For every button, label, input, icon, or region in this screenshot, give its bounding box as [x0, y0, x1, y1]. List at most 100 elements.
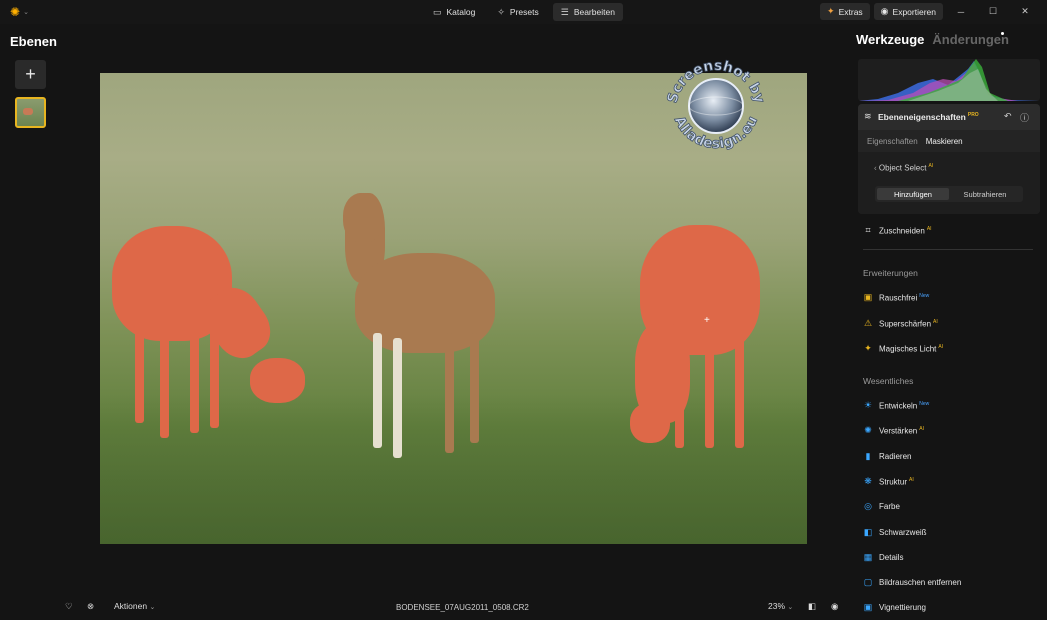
tab-label: Presets — [509, 7, 539, 17]
tool-label: Entwickeln New — [879, 400, 930, 411]
masked-deer-left — [110, 218, 320, 448]
tool-label: Vignettierung — [879, 603, 926, 612]
top-right-controls: ✦ Extras ◉ Exportieren ─ ☐ ✕ — [820, 3, 1039, 20]
layer-properties-tabs: Eigenschaften Maskieren — [867, 137, 963, 146]
tool-rauschfrei[interactable]: ▣ Rauschfrei New — [863, 292, 930, 303]
plus-icon: + — [25, 64, 36, 84]
layer-thumbnail[interactable] — [15, 97, 46, 128]
reject-icon[interactable]: ⊗ — [87, 601, 94, 612]
tool-superschaerfen[interactable]: ⚠ Superschärfen AI — [863, 318, 938, 329]
zoom-dropdown[interactable]: 23% ⌄ — [768, 601, 793, 611]
maximize-icon: ☐ — [988, 6, 998, 16]
app-menu-button[interactable]: ✺ ⌄ — [10, 4, 38, 20]
info-icon[interactable]: ⓘ — [1020, 111, 1029, 124]
maximize-button[interactable]: ☐ — [979, 3, 1007, 20]
chevron-down-icon: ⌄ — [23, 9, 29, 16]
tool-entwickeln[interactable]: ☀ Entwickeln New — [863, 400, 929, 411]
mask-options: ‹ Object Select AI Hinzufügen Subtrahiere… — [858, 152, 1040, 214]
sparkle-icon: ✧ — [497, 6, 505, 17]
chevron-down-icon: ⌄ — [149, 604, 156, 611]
structure-icon: ❋ — [864, 476, 872, 486]
tool-radieren[interactable]: ▮ Radieren — [863, 451, 912, 462]
undo-icon[interactable]: ↶ — [1004, 111, 1012, 122]
magic-light-icon: ✦ — [864, 343, 872, 353]
masked-deer-right — [630, 223, 770, 453]
add-layer-button[interactable]: + — [15, 60, 46, 89]
layer-properties-card: ≋ Ebeneneigenschaften PRO ↶ ⓘ Eigenschaft… — [858, 104, 1040, 214]
tab-werkzeuge[interactable]: Werkzeuge — [856, 32, 924, 47]
tab-aenderungen[interactable]: Änderungen — [932, 32, 1009, 47]
compare-icon[interactable]: ◧ — [808, 601, 816, 612]
sliders-icon: ☰ — [560, 6, 569, 17]
actions-label: Aktionen — [114, 601, 148, 611]
extras-icon: ✦ — [827, 6, 835, 16]
warning-icon: ⚠ — [863, 318, 873, 328]
enhance-icon: ✺ — [864, 425, 872, 435]
section-erweiterungen: Erweiterungen — [863, 268, 918, 278]
minimize-icon: ─ — [957, 6, 965, 17]
extras-label: Extras — [838, 6, 863, 17]
minimize-button[interactable]: ─ — [947, 3, 975, 20]
layers-title: Ebenen — [10, 34, 57, 49]
layer-properties-header: ≋ Ebeneneigenschaften PRO ↶ ⓘ — [858, 104, 1040, 130]
eraser-icon: ▮ — [865, 451, 871, 461]
subtract-mode-button[interactable]: Subtrahieren — [949, 188, 1021, 200]
tool-farbe[interactable]: ◎ Farbe — [863, 501, 900, 512]
tool-details[interactable]: ▦ Details — [863, 552, 904, 563]
object-select-back[interactable]: ‹ Object Select AI — [874, 163, 933, 173]
color-icon: ◎ — [864, 501, 872, 511]
tool-label: Radieren — [879, 452, 912, 461]
tool-schwarzweiss[interactable]: ◧ Schwarzweiß — [863, 527, 927, 538]
tool-bildrauschen-entfernen[interactable]: ▢ Bildrauschen entfernen — [863, 577, 962, 588]
tool-label: Magisches Licht AI — [879, 343, 944, 354]
bw-icon: ◧ — [863, 527, 873, 537]
folder-icon: ▭ — [433, 6, 442, 17]
tool-vignettierung[interactable]: ▣ Vignettierung — [863, 602, 926, 613]
close-icon: ✕ — [1021, 6, 1029, 16]
close-button[interactable]: ✕ — [1011, 3, 1039, 20]
tool-label: Verstärken AI — [879, 425, 924, 436]
noise-icon: ▣ — [863, 292, 873, 302]
tab-label: Katalog — [446, 7, 476, 17]
tool-zuschneiden[interactable]: ⌗ Zuschneiden AI — [863, 225, 932, 236]
tab-bearbeiten[interactable]: ☰ Bearbeiten — [552, 3, 623, 21]
changes-indicator-dot — [1001, 32, 1004, 35]
layer-properties-title: Ebeneneigenschaften PRO — [878, 112, 979, 122]
divider — [863, 249, 1033, 250]
crop-icon: ⌗ — [865, 225, 871, 235]
tab-maskieren[interactable]: Maskieren — [926, 137, 963, 146]
tool-label: Zuschneiden AI — [879, 225, 932, 236]
details-icon: ▦ — [863, 552, 873, 562]
eye-icon[interactable]: ◉ — [831, 601, 838, 612]
sun-icon: ☀ — [863, 400, 873, 410]
tool-label: Bildrauschen entfernen — [879, 578, 962, 587]
crosshair-cursor-icon: + — [704, 315, 710, 326]
tool-verstaerken[interactable]: ✺ Verstärken AI — [863, 425, 924, 436]
export-icon: ◉ — [880, 6, 889, 16]
extras-button[interactable]: ✦ Extras — [820, 3, 870, 20]
actions-dropdown[interactable]: Aktionen ⌄ — [114, 601, 155, 611]
tab-eigenschaften[interactable]: Eigenschaften — [867, 137, 918, 146]
mask-mode-toggle: Hinzufügen Subtrahieren — [875, 186, 1023, 202]
bottom-bar: ♡ ⊗ Aktionen ⌄ BODENSEE_07AUG2011_0508.C… — [62, 598, 855, 618]
export-button[interactable]: ◉ Exportieren — [873, 3, 943, 20]
denoise-icon: ▢ — [863, 577, 873, 587]
top-bar: ✺ ⌄ ▭ Katalog ✧ Presets ☰ Bearbeiten ✦ E… — [0, 0, 1047, 24]
histogram-graph — [858, 59, 1040, 101]
tool-label: Schwarzweiß — [879, 528, 927, 537]
mode-tabs: ▭ Katalog ✧ Presets ☰ Bearbeiten — [425, 3, 623, 21]
tool-label: Details — [879, 553, 904, 562]
tab-katalog[interactable]: ▭ Katalog — [425, 3, 483, 21]
chevron-down-icon: ⌄ — [787, 604, 794, 611]
tool-label: Farbe — [879, 502, 900, 511]
tool-struktur[interactable]: ❋ Struktur AI — [863, 476, 914, 487]
tab-presets[interactable]: ✧ Presets — [489, 3, 546, 21]
tool-label: Superschärfen AI — [879, 318, 938, 329]
heart-icon[interactable]: ♡ — [65, 601, 73, 612]
export-label: Exportieren — [892, 6, 936, 17]
histogram — [858, 59, 1040, 101]
tool-magisches-licht[interactable]: ✦ Magisches Licht AI — [863, 343, 943, 354]
sun-logo-icon: ✺ — [10, 5, 21, 19]
add-mode-button[interactable]: Hinzufügen — [877, 188, 949, 200]
watermark-stamp: Screenshot by Alladesign.eu — [664, 57, 767, 152]
